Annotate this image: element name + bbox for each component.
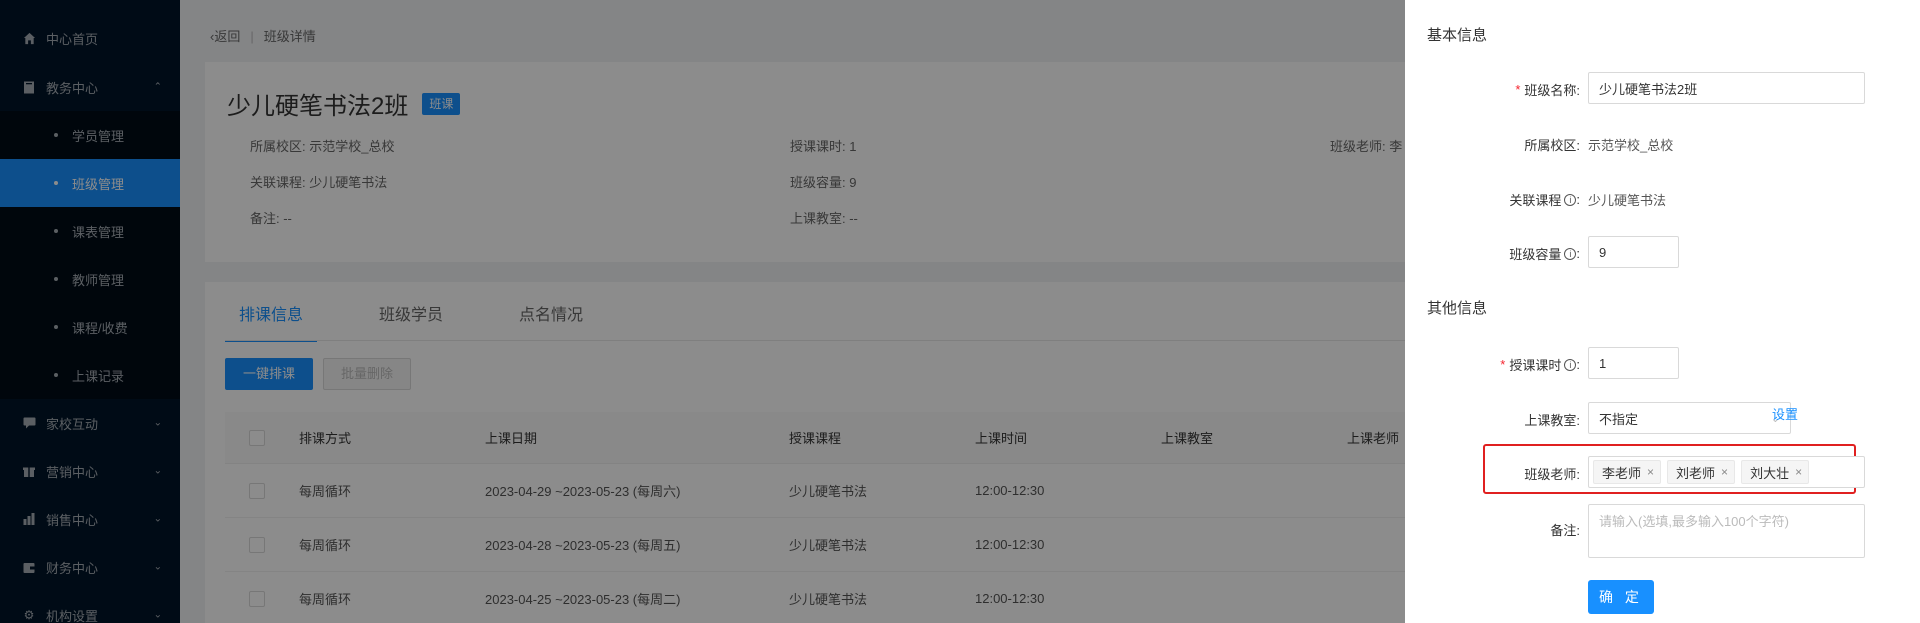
info-icon: i	[1564, 247, 1577, 260]
teachers-select[interactable]: 李老师 × 刘老师 × 刘大壮 ×	[1588, 456, 1865, 488]
close-icon[interactable]: ×	[1647, 465, 1654, 479]
remark-label: 备注:	[1550, 523, 1580, 538]
classroom-select[interactable]: 不指定 ⌄	[1588, 402, 1791, 434]
teacher-tag: 刘大壮 ×	[1741, 460, 1810, 484]
class-name-input[interactable]: 少儿硬笔书法2班	[1588, 72, 1865, 104]
teacher-tag: 刘老师 ×	[1667, 460, 1736, 484]
other-info-title: 其他信息	[1427, 300, 1488, 317]
capacity-input[interactable]: 9	[1588, 236, 1679, 268]
close-icon[interactable]: ×	[1721, 465, 1728, 479]
hours-label: * 授课课时 i:	[1500, 357, 1580, 373]
campus-value: 示范学校_总校	[1588, 138, 1674, 153]
course-value: 少儿硬笔书法	[1588, 193, 1667, 208]
close-icon[interactable]: ×	[1795, 465, 1802, 479]
teacher-tag: 李老师 ×	[1593, 460, 1662, 484]
capacity-label: 班级容量 i:	[1509, 246, 1580, 262]
modal-mask[interactable]	[0, 0, 1405, 623]
classroom-label: 上课教室:	[1524, 413, 1580, 428]
basic-info-title: 基本信息	[1427, 27, 1488, 44]
course-label: 关联课程 i:	[1509, 192, 1580, 208]
hours-input[interactable]: 1	[1588, 347, 1679, 379]
info-icon: i	[1564, 358, 1577, 371]
classroom-settings-link[interactable]: 设置	[1772, 404, 1798, 423]
info-icon: i	[1564, 193, 1577, 206]
teachers-label: 班级老师:	[1524, 467, 1580, 482]
edit-class-drawer: 基本信息 * 班级名称: 少儿硬笔书法2班 所属校区: 示范学校_总校 关联课程 i…	[1405, 0, 1920, 623]
class-name-label: * 班级名称:	[1515, 82, 1580, 98]
campus-label: 所属校区:	[1524, 138, 1580, 153]
classroom-selected: 不指定	[1599, 411, 1639, 427]
remark-textarea[interactable]: 请输入(选填,最多输入100个字符)	[1588, 504, 1865, 558]
confirm-button[interactable]: 确 定	[1588, 580, 1654, 614]
